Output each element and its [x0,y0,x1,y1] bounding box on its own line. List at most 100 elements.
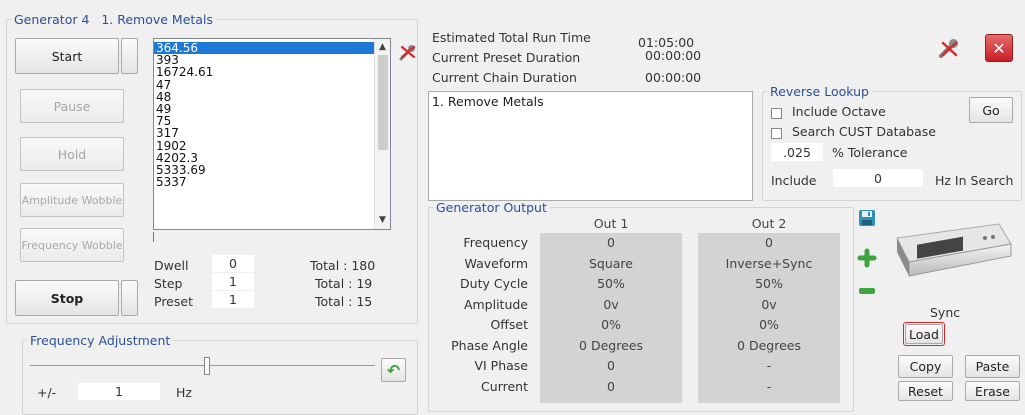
add-button[interactable] [857,248,877,268]
frequency-list-item[interactable]: 16724.61 [154,66,390,78]
generator-name: Generator 4 [14,12,90,27]
frequency-list-item[interactable]: 1902 [154,139,390,151]
frequency-slider-track[interactable] [30,365,375,366]
out2-value[interactable]: Inverse+Sync [698,256,840,271]
frequency-wobble-button[interactable]: Frequency Wobble [20,228,124,262]
out2-value[interactable]: 0 Degrees [698,338,840,353]
out1-value[interactable]: 0% [540,317,682,332]
include-octave-checkbox[interactable] [771,108,782,119]
preset-total: Total : 15 [315,294,373,309]
copy-button[interactable]: Copy [898,355,953,378]
frequency-list-item[interactable]: 317 [154,127,390,139]
dwell-total: Total : 180 [310,258,376,273]
load-button[interactable]: Load [905,324,943,344]
preset-value[interactable]: 1 [212,291,254,308]
start-side-button[interactable] [121,38,138,74]
out2-value[interactable]: 50% [698,276,840,291]
stop-side-button[interactable] [121,280,138,316]
scroll-down-icon[interactable]: ▼ [379,215,386,225]
stop-button[interactable]: Stop [15,280,119,316]
generator-legend: Generator 4 1. Remove Metals [11,12,216,27]
wrench-icon[interactable] [398,42,418,62]
tolerance-field[interactable]: .025 [771,143,823,161]
out1-value[interactable]: 50% [540,276,682,291]
generator-program: 1. Remove Metals [101,12,213,27]
frequency-list-item[interactable]: 5333.69 [154,164,390,176]
step-value[interactable]: 1 [212,273,254,290]
pause-button[interactable]: Pause [20,89,124,123]
close-icon: ✕ [992,38,1006,58]
output-row-label: Waveform [464,256,528,271]
out1-value[interactable]: 0 [540,379,682,394]
adjust-value-field[interactable]: 1 [78,383,160,400]
generator-output-legend: Generator Output [436,200,547,215]
reset-button[interactable]: Reset [898,381,953,401]
include-label: Include [771,173,817,188]
step-total: Total : 19 [315,276,373,291]
out1-value[interactable]: 0 Degrees [540,338,682,353]
chain-duration-value: 00:00:00 [645,70,702,85]
out1-value[interactable]: Square [540,256,682,271]
dwell-label: Dwell [154,258,189,273]
scroll-up-icon[interactable]: ▲ [379,42,386,52]
out2-header: Out 2 [751,216,787,231]
save-button[interactable] [857,208,877,228]
plus-minus-label: +/- [37,385,57,400]
list-bottom-line [153,232,154,242]
frequency-adjustment-legend: Frequency Adjustment [30,333,171,348]
include-hz-field[interactable]: 0 [833,169,923,187]
paste-button[interactable]: Paste [965,355,1020,378]
out1-value[interactable]: 0 [540,358,682,373]
output-row-label: Duty Cycle [460,276,528,291]
frequency-list-item[interactable]: 49 [154,103,390,115]
close-button[interactable]: ✕ [985,34,1013,62]
hz-in-search-label: Hz In Search [935,173,1014,188]
search-cust-label: Search CUST Database [792,124,936,139]
out1-value[interactable]: 0v [540,297,682,312]
frequency-list-item[interactable]: 75 [154,115,390,127]
remove-button[interactable] [857,284,877,298]
step-label: Step [154,276,183,291]
out2-value[interactable]: 0 [698,235,840,250]
start-button[interactable]: Start [15,38,119,74]
save-icon [859,210,875,226]
out1-value[interactable]: 0 [540,235,682,250]
frequency-list-item[interactable]: 5337 [154,176,390,188]
frequency-list[interactable]: 364.56 393 16724.61 47 48 49 75 317 1902 4202.3 53… [153,38,391,230]
program-chain-item[interactable]: 1. Remove Metals [429,92,752,111]
out2-value[interactable]: - [698,358,840,373]
frequency-list-item[interactable]: 47 [154,78,390,90]
scroll-thumb[interactable] [378,55,388,150]
frequency-slider-thumb[interactable] [204,357,210,375]
frequency-list-item[interactable]: 48 [154,91,390,103]
preset-label: Preset [154,294,193,309]
wrench-remove-button[interactable] [935,34,963,62]
output-row-label: Phase Angle [451,338,528,353]
amplitude-wobble-button[interactable]: Amplitude Wobble [20,183,124,217]
est-run-time-label: Estimated Total Run Time [432,30,591,45]
out2-value[interactable]: - [698,379,840,394]
undo-button[interactable]: ↶ [381,358,406,382]
go-button[interactable]: Go [969,97,1013,123]
tolerance-label: % Tolerance [832,145,908,160]
frequency-list-item[interactable]: 364.56 [154,42,376,54]
plus-icon [857,248,877,268]
device-image [887,220,1017,286]
erase-button[interactable]: Erase [965,381,1020,401]
frequency-list-scrollbar[interactable]: ▲ ▼ [374,39,390,229]
output-row-label: Frequency [463,235,528,250]
chain-duration-label: Current Chain Duration [432,70,577,85]
search-cust-checkbox[interactable] [771,128,782,139]
output-row-label: VI Phase [474,358,528,373]
output-row-label: Current [481,379,528,394]
dwell-value[interactable]: 0 [212,255,254,272]
preset-duration-label: Current Preset Duration [432,50,581,65]
out1-header: Out 1 [593,216,629,231]
program-chain-list[interactable]: 1. Remove Metals [428,91,753,201]
out2-value[interactable]: 0% [698,317,840,332]
hold-button[interactable]: Hold [20,137,124,171]
undo-icon: ↶ [386,360,401,380]
out2-value[interactable]: 0v [698,297,840,312]
sync-label: Sync [930,305,961,320]
reverse-lookup-legend: Reverse Lookup [770,84,869,99]
